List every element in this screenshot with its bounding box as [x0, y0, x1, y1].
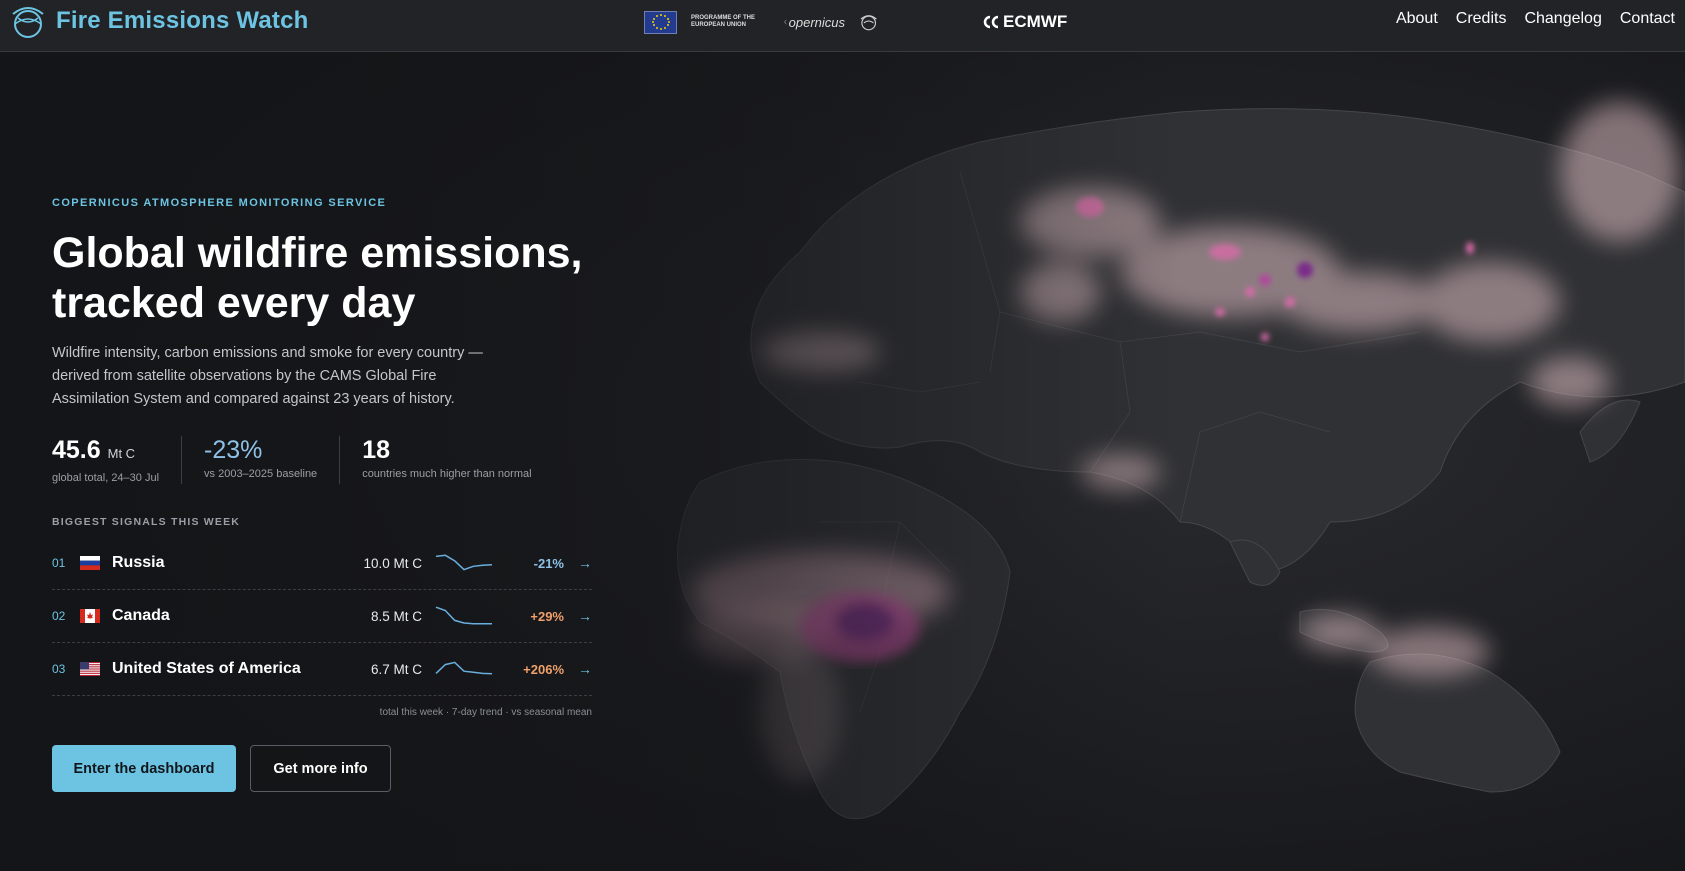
main-nav: About Credits Changelog Contact [1396, 10, 1675, 28]
copernicus-mark-icon [784, 19, 787, 25]
stat-global-total-number: 45.6 [52, 436, 101, 464]
partner-logos: PROGRAMME OF THE EUROPEAN UNION opernicu… [644, 8, 1067, 36]
signal-rank: 02 [52, 609, 66, 623]
stat-countries-value: 18 [362, 436, 390, 464]
signals-legend-note: total this week · 7-day trend · vs seaso… [379, 707, 592, 718]
signal-value: 6.7 Mt C [370, 661, 422, 677]
nav-contact[interactable]: Contact [1620, 10, 1675, 28]
nav-credits[interactable]: Credits [1456, 10, 1507, 28]
app-title: Fire Emissions Watch [56, 7, 309, 34]
signals-list: 01 Russia 10.0 Mt C -21% → 02 Canada 8.5… [52, 537, 592, 696]
copernicus-logo[interactable]: opernicus [783, 13, 845, 31]
russia-flag-icon [80, 556, 100, 570]
eu-programme-label: PROGRAMME OF THE EUROPEAN UNION [691, 15, 755, 28]
copernicus-label: opernicus [788, 14, 845, 30]
stat-global-total-label: global total, 24–30 Jul [52, 472, 160, 484]
stat-global-total: 45.6 Mt C global total, 24–30 Jul [52, 436, 183, 484]
stat-baseline: -23% vs 2003–2025 baseline [204, 436, 341, 484]
enter-dashboard-button[interactable]: Enter the dashboard [52, 745, 236, 792]
signal-rank: 03 [52, 662, 66, 676]
hero-description: Wildfire intensity, carbon emissions and… [52, 345, 483, 407]
stat-countries-label: countries much higher than normal [362, 468, 532, 480]
more-info-button[interactable]: Get more info [250, 745, 391, 792]
signal-row-canada[interactable]: 02 Canada 8.5 Mt C +29% → [52, 590, 592, 643]
signal-country: Canada [112, 607, 170, 624]
hero-headline: Global wildfire emissions, tracked every… [52, 229, 583, 327]
hero-eyebrow: COPERNICUS ATMOSPHERE MONITORING SERVICE [52, 197, 387, 209]
ecmwf-label: ECMWF [1003, 12, 1068, 31]
signal-change: +29% [530, 608, 564, 624]
nav-about[interactable]: About [1396, 10, 1438, 28]
signal-change: -21% [533, 555, 564, 571]
signal-country: Russia [112, 554, 165, 571]
stat-countries: 18 countries much higher than normal [362, 436, 553, 484]
cams-globe-icon [860, 15, 877, 31]
brand-link[interactable]: Fire Emissions Watch [10, 4, 309, 38]
top-header: Fire Emissions Watch PROGRAMME OF THE EU… [0, 0, 1685, 52]
stat-global-total-unit: Mt C [107, 446, 136, 461]
nav-changelog[interactable]: Changelog [1524, 10, 1601, 28]
ecmwf-logo[interactable]: ECMWF [981, 12, 1067, 32]
signal-row-russia[interactable]: 01 Russia 10.0 Mt C -21% → [52, 537, 592, 590]
signal-change: +206% [523, 661, 564, 677]
signal-rank: 01 [52, 556, 66, 570]
signal-sparkline [435, 554, 493, 571]
arrow-right-icon[interactable]: → [564, 608, 592, 624]
globe-logo-icon [12, 7, 44, 38]
ecmwf-mark-icon [983, 15, 999, 29]
signal-value: 8.5 Mt C [370, 608, 422, 624]
signal-value: 10.0 Mt C [363, 555, 422, 571]
arrow-right-icon[interactable]: → [564, 661, 592, 677]
arrow-right-icon[interactable]: → [564, 555, 592, 571]
eu-flag-icon [644, 10, 677, 34]
stat-baseline-label: vs 2003–2025 baseline [204, 468, 318, 480]
signals-title: BIGGEST SIGNALS THIS WEEK [52, 516, 241, 528]
usa-flag-icon [80, 662, 100, 676]
stats-row: 45.6 Mt C global total, 24–30 Jul -23% v… [52, 436, 592, 484]
canada-flag-icon [80, 609, 100, 623]
signal-sparkline [435, 661, 493, 675]
signal-sparkline [435, 606, 492, 625]
cams-logo[interactable] [859, 12, 923, 32]
stat-global-total-value: 45.6 Mt C [52, 436, 159, 468]
signal-country: United States of America [112, 660, 301, 677]
stat-baseline-value: -23% [204, 436, 263, 464]
signal-row-usa[interactable]: 03 United States of America 6.7 Mt C +20… [52, 643, 592, 696]
